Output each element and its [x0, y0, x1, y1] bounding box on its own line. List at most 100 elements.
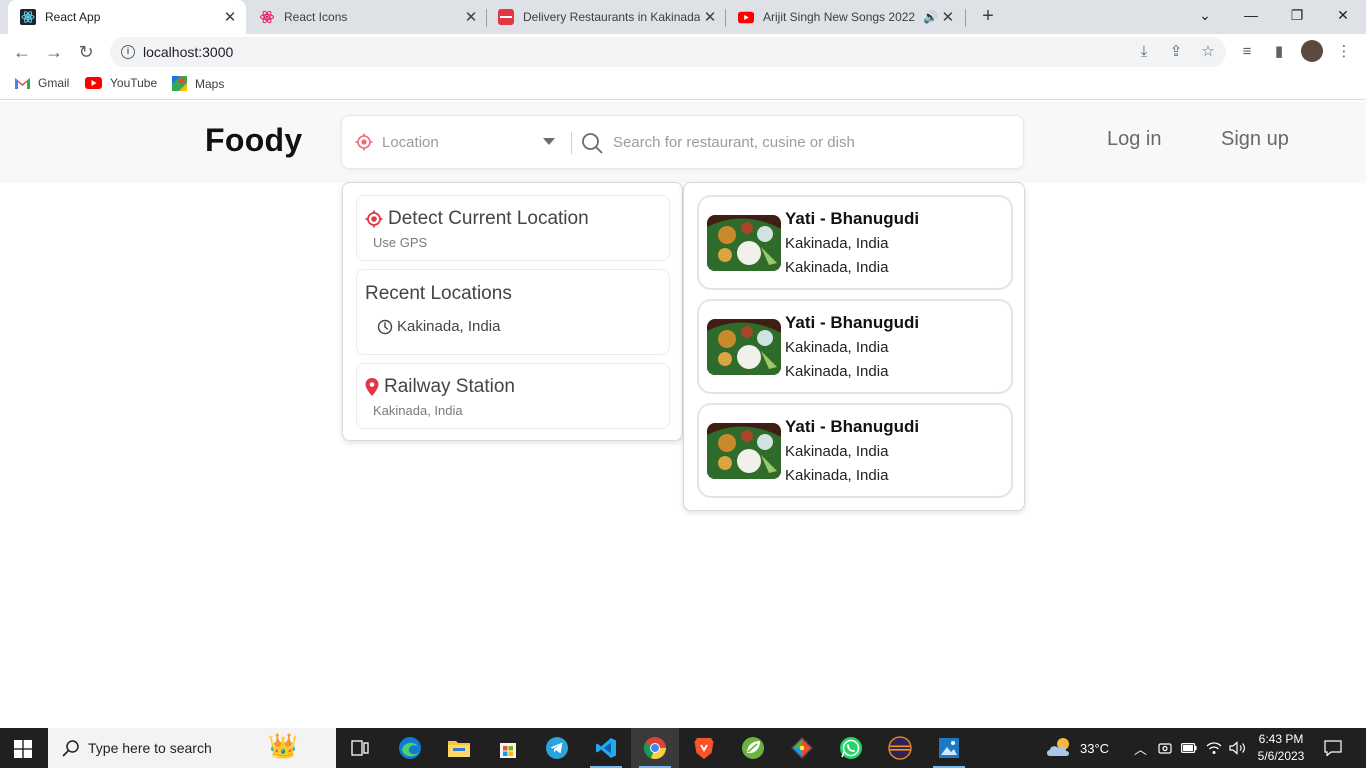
share-icon[interactable]: ⇪ — [1166, 42, 1186, 62]
clock-icon — [377, 319, 393, 335]
photos-icon[interactable] — [925, 728, 973, 768]
cloudy-weather-icon — [1046, 737, 1074, 760]
bookmark-star-icon[interactable]: ☆ — [1198, 42, 1218, 62]
wifi-icon[interactable] — [1206, 728, 1222, 768]
bookmark-label: Maps — [195, 76, 225, 91]
windows-start-icon[interactable] — [14, 740, 32, 763]
vscode-icon[interactable] — [582, 728, 630, 768]
search-results-dropdown: Yati - Bhanugudi Kakinada, India Kakinad… — [683, 182, 1025, 511]
meet-now-icon[interactable] — [1158, 728, 1172, 768]
tab-strip: React App ✕ React Icons ✕ Delivery Resta… — [0, 0, 1366, 34]
restaurant-area: Kakinada, India — [785, 339, 889, 356]
menu-icon[interactable]: ⋮ — [1334, 42, 1354, 62]
app-logo[interactable]: Foody — [205, 122, 302, 159]
gps-target-icon — [365, 210, 383, 228]
profile-avatar[interactable] — [1301, 40, 1323, 62]
restaurant-city: Kakinada, India — [785, 363, 889, 380]
clock-time: 6:43 PM — [1258, 732, 1304, 746]
recent-locations-section: Recent Locations Kakinada, India — [356, 269, 670, 355]
speaker-icon[interactable]: 🔊 — [923, 10, 938, 24]
close-tab-icon[interactable]: ✕ — [220, 8, 240, 26]
address-bar[interactable]: i localhost:3000 ⤓ ⇪ ☆ — [110, 37, 1226, 67]
maps-icon — [172, 76, 187, 91]
side-panel-icon[interactable]: ▮ — [1269, 42, 1289, 62]
restaurant-result[interactable]: Yati - Bhanugudi Kakinada, India Kakinad… — [697, 195, 1013, 290]
close-tab-icon[interactable]: ✕ — [700, 8, 720, 26]
minimize-button[interactable]: — — [1228, 0, 1274, 30]
new-tab-button[interactable]: + — [976, 4, 1000, 28]
tab-react-icons[interactable]: React Icons ✕ — [247, 0, 487, 34]
chrome-icon[interactable] — [631, 728, 679, 768]
railway-station-title: Railway Station — [384, 376, 515, 397]
search-input[interactable]: Search for restaurant, cusine or dish — [613, 134, 855, 151]
media-queue-icon[interactable]: ≡ — [1237, 42, 1257, 62]
restaurant-thumbnail — [707, 215, 781, 271]
restaurant-result[interactable]: Yati - Bhanugudi Kakinada, India Kakinad… — [697, 299, 1013, 394]
taskbar-search-box[interactable]: Type here to search 👑 — [48, 728, 336, 768]
site-info-icon[interactable]: i — [121, 45, 135, 59]
bookmark-gmail[interactable]: Gmail — [15, 76, 69, 90]
restaurant-city: Kakinada, India — [785, 259, 889, 276]
caret-down-icon[interactable] — [543, 138, 555, 145]
microsoft-store-icon[interactable] — [484, 728, 532, 768]
close-window-button[interactable]: ✕ — [1320, 0, 1366, 30]
battery-icon[interactable] — [1181, 728, 1197, 768]
brave-icon[interactable] — [680, 728, 728, 768]
signup-link[interactable]: Sign up — [1221, 128, 1289, 151]
install-app-icon[interactable]: ⤓ — [1134, 42, 1154, 62]
youtube-icon — [85, 77, 102, 89]
detect-location-title: Detect Current Location — [388, 208, 589, 229]
edge-icon[interactable] — [386, 728, 434, 768]
detect-location-subtitle: Use GPS — [373, 235, 428, 250]
task-view-icon[interactable] — [336, 728, 384, 768]
weather-widget[interactable]: 33°C — [1046, 728, 1109, 768]
bookmark-label: Gmail — [38, 76, 70, 90]
tab-title: React Icons — [284, 10, 348, 24]
tab-arijit-singh[interactable]: Arijit Singh New Songs 2022 🔊 ✕ — [726, 0, 966, 34]
spring-tools-icon[interactable] — [729, 728, 777, 768]
close-tab-icon[interactable]: ✕ — [461, 8, 481, 26]
railway-station-subtitle: Kakinada, India — [373, 403, 463, 418]
restaurant-name: Yati - Bhanugudi — [785, 313, 920, 332]
restore-button[interactable]: ❐ — [1274, 0, 1320, 30]
restaurant-name: Yati - Bhanugudi — [785, 209, 920, 228]
tab-react-app[interactable]: React App ✕ — [8, 0, 246, 34]
show-hidden-icons-icon[interactable]: ︿ — [1134, 728, 1147, 768]
react-icons-favicon-icon — [259, 9, 275, 25]
bookmark-youtube[interactable]: YouTube — [85, 76, 157, 90]
restaurant-city: Kakinada, India — [785, 467, 889, 484]
reload-icon[interactable]: ↻ — [74, 40, 98, 64]
volume-icon[interactable] — [1229, 728, 1247, 768]
youtube-icon — [738, 9, 754, 25]
telegram-icon[interactable] — [533, 728, 581, 768]
detect-location-option[interactable]: Detect Current Location Use GPS — [356, 195, 670, 261]
location-dropdown: Detect Current Location Use GPS Recent L… — [342, 182, 683, 441]
react-icon — [20, 9, 36, 25]
notifications-icon[interactable] — [1324, 728, 1342, 768]
url-text: localhost:3000 — [143, 44, 234, 60]
search-bar: Location Search for restaurant, cusine o… — [341, 115, 1024, 169]
search-divider — [571, 132, 572, 154]
whatsapp-icon[interactable] — [827, 728, 875, 768]
back-icon[interactable]: ← — [10, 40, 34, 64]
bookmark-maps[interactable]: Maps — [172, 76, 224, 91]
close-tab-icon[interactable]: ✕ — [938, 8, 958, 26]
tab-title: Delivery Restaurants in Kakinada — [523, 10, 700, 24]
system-clock[interactable]: 6:43 PM 5/6/2023 — [1252, 731, 1310, 765]
restaurant-name: Yati - Bhanugudi — [785, 417, 920, 436]
detect-location-heading: Detect Current Location — [365, 208, 589, 230]
eclipse-icon[interactable] — [876, 728, 924, 768]
recent-locations-heading: Recent Locations — [365, 283, 512, 305]
file-explorer-icon[interactable] — [435, 728, 483, 768]
recent-location-item[interactable]: Kakinada, India — [377, 318, 500, 335]
login-link[interactable]: Log in — [1107, 128, 1162, 151]
railway-station-option[interactable]: Railway Station Kakinada, India — [356, 363, 670, 429]
location-input[interactable]: Location — [382, 134, 439, 151]
git-tool-icon[interactable] — [778, 728, 826, 768]
recent-locations-title: Recent Locations — [365, 283, 512, 304]
tab-search-chevron-icon[interactable]: ⌄ — [1182, 0, 1228, 30]
forward-icon[interactable]: → — [42, 40, 66, 64]
tab-delivery-restaurants[interactable]: Delivery Restaurants in Kakinada ✕ — [486, 0, 726, 34]
restaurant-thumbnail — [707, 319, 781, 375]
restaurant-result[interactable]: Yati - Bhanugudi Kakinada, India Kakinad… — [697, 403, 1013, 498]
